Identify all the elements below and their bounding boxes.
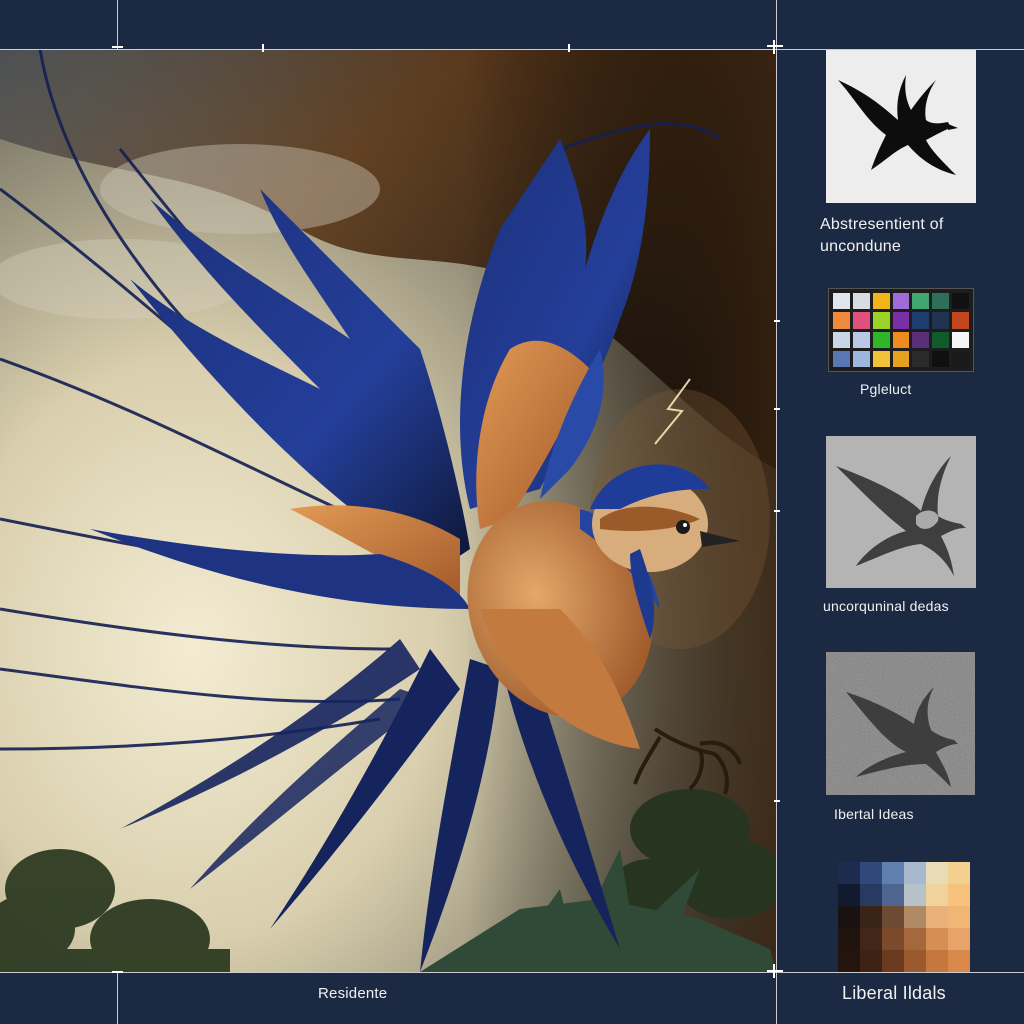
- mosaic-tile: [882, 950, 904, 972]
- mosaic-tile: [882, 906, 904, 928]
- palette-swatch: [912, 350, 930, 367]
- palette-swatch: [852, 293, 870, 310]
- guide-right: [776, 0, 777, 1024]
- mosaic-tile: [838, 862, 860, 884]
- mosaic-tile: [904, 906, 926, 928]
- palette-swatch: [852, 312, 870, 329]
- tick-mark: [774, 800, 780, 802]
- palette-swatch: [892, 350, 910, 367]
- guide-left-bottom: [117, 972, 118, 1024]
- palette-swatch: [852, 331, 870, 348]
- tick-mark: [112, 971, 123, 973]
- mosaic-tile: [948, 884, 970, 906]
- palette-swatch: [833, 293, 850, 310]
- palette-swatch: [892, 331, 910, 348]
- tick-mark: [767, 45, 783, 47]
- tick-mark: [774, 510, 780, 512]
- tick-mark: [262, 44, 264, 52]
- bird-painting: [0, 49, 776, 972]
- mosaic-tile: [838, 884, 860, 906]
- mosaic-tile: [904, 862, 926, 884]
- mosaic-tile: [926, 862, 948, 884]
- mosaic-tile: [860, 928, 882, 950]
- tick-mark: [112, 46, 123, 48]
- mosaic-tile: [948, 928, 970, 950]
- mosaic-tile: [882, 884, 904, 906]
- mosaic-tile: [904, 928, 926, 950]
- main-artwork: [0, 49, 776, 972]
- mosaic-tile: [860, 950, 882, 972]
- mosaic-tile: [860, 906, 882, 928]
- mosaic-tile: [882, 862, 904, 884]
- mosaic-tile: [838, 950, 860, 972]
- mosaic-tile: [904, 950, 926, 972]
- mosaic-tile: [904, 884, 926, 906]
- tick-mark: [774, 320, 780, 322]
- palette-swatch: [833, 312, 850, 329]
- color-palette: [828, 288, 974, 372]
- palette-swatch: [872, 331, 890, 348]
- palette-swatch: [952, 350, 969, 367]
- thumbnail-silhouette: [826, 50, 976, 203]
- mosaic-tile: [926, 950, 948, 972]
- bird-sketch-icon: [826, 436, 976, 588]
- palette-swatch: [932, 350, 950, 367]
- guide-left-inner: [117, 0, 118, 49]
- tick-mark: [767, 970, 783, 972]
- mosaic-tile: [882, 928, 904, 950]
- caption-bottom: Residente: [318, 985, 388, 1002]
- color-mosaic: [838, 862, 970, 972]
- guide-bottom: [0, 972, 1024, 973]
- palette-swatch: [912, 331, 930, 348]
- mosaic-tile: [838, 906, 860, 928]
- mosaic-tile: [926, 884, 948, 906]
- mosaic-tile: [838, 928, 860, 950]
- palette-swatch: [912, 293, 930, 310]
- mosaic-tile: [926, 906, 948, 928]
- palette-swatch: [932, 312, 950, 329]
- caption-thumbnail-1: Abstresentient of uncondune: [820, 216, 944, 255]
- palette-swatch: [912, 312, 930, 329]
- tick-mark: [773, 40, 775, 54]
- thumbnail-sketch: [826, 436, 976, 588]
- tick-mark: [568, 44, 570, 52]
- mosaic-tile: [926, 928, 948, 950]
- palette-swatch: [952, 331, 969, 348]
- page: Abstresentient of uncondune Pgleluct unc…: [0, 0, 1024, 1024]
- tick-mark: [773, 964, 775, 978]
- mosaic-tile: [948, 950, 970, 972]
- caption-thumbnail-2: uncorquninal dedas: [823, 598, 949, 614]
- mosaic-tile: [860, 884, 882, 906]
- palette-swatch: [833, 350, 850, 367]
- mosaic-tile: [948, 862, 970, 884]
- thumbnail-noise: [826, 652, 975, 795]
- palette-swatch: [872, 293, 890, 310]
- palette-swatch: [892, 293, 910, 310]
- bird-silhouette-icon: [838, 75, 958, 175]
- tick-mark: [774, 408, 780, 410]
- palette-swatch: [833, 331, 850, 348]
- palette-swatch: [872, 350, 890, 367]
- mosaic-tile: [860, 862, 882, 884]
- caption-thumbnail-3: Ibertal Ideas: [834, 806, 914, 822]
- caption-mosaic: Liberal Ildals: [842, 983, 946, 1003]
- palette-swatch: [872, 312, 890, 329]
- palette-swatch: [932, 331, 950, 348]
- palette-swatch: [932, 293, 950, 310]
- palette-swatch: [952, 312, 969, 329]
- palette-swatch: [892, 312, 910, 329]
- mosaic-tile: [948, 906, 970, 928]
- palette-swatch: [852, 350, 870, 367]
- caption-palette: Pgleluct: [860, 381, 912, 397]
- bird-noise-icon: [826, 652, 975, 795]
- palette-swatch: [952, 293, 969, 310]
